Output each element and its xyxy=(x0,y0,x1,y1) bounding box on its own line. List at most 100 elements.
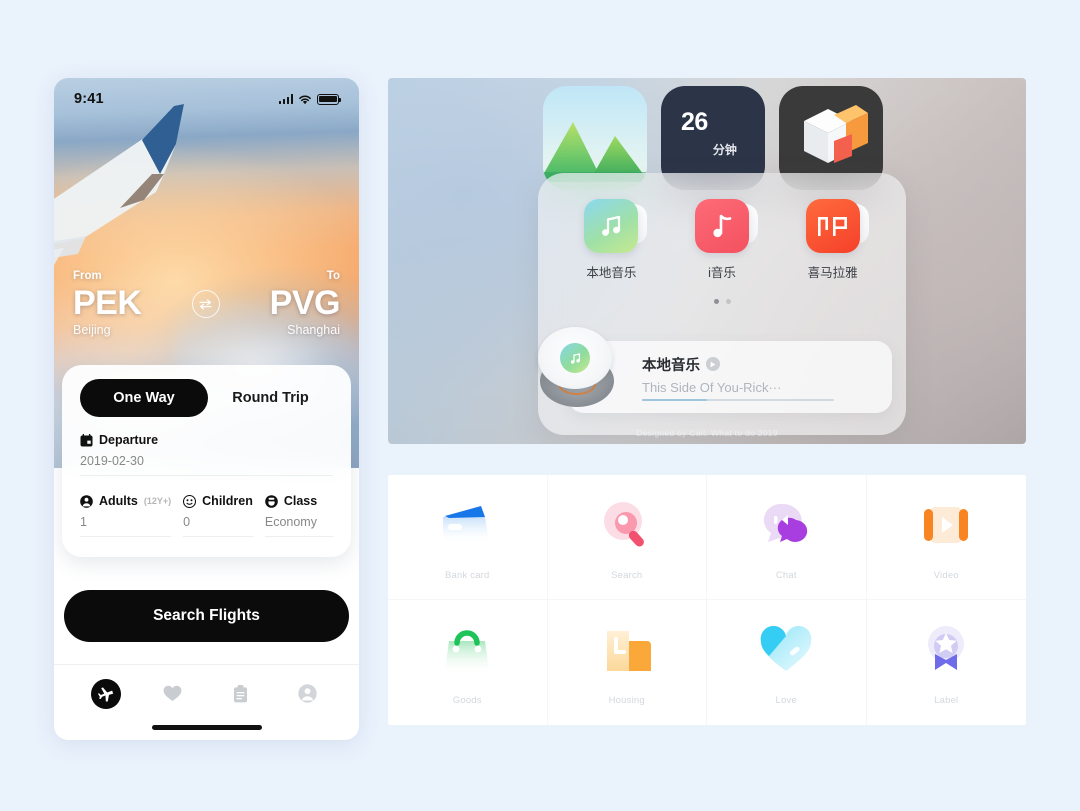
status-bar: 9:41 xyxy=(54,88,359,110)
grid-item-label: Goods xyxy=(452,695,482,706)
page-dot[interactable] xyxy=(725,299,731,304)
grid-item-label[interactable]: Label xyxy=(867,600,1027,725)
grid-item-bank-card[interactable]: Bank card xyxy=(388,475,548,600)
origin-code: PEK xyxy=(73,284,142,322)
app-label: 喜马拉雅 xyxy=(807,266,858,280)
grid-item-label: Bank card xyxy=(444,569,490,581)
profile-icon xyxy=(298,684,317,703)
grid-item-label: Chat xyxy=(775,569,797,581)
class-label-row: Class xyxy=(265,494,333,508)
app-label: 本地音乐 xyxy=(586,266,637,280)
grid-item-label: Label xyxy=(934,695,959,706)
departure-value: 2019-02-30 xyxy=(80,454,333,476)
grid-item-label: Housing xyxy=(608,695,645,706)
timer-value: 26 xyxy=(681,108,708,136)
heart-icon xyxy=(163,685,182,701)
chat-bubbles-icon xyxy=(755,494,817,556)
flight-booking-phone-mockup: 9:41 From To PEK Beijing PVG Shanghai On… xyxy=(54,78,359,740)
class-field[interactable]: Class Economy xyxy=(264,494,333,537)
music-quaver-icon xyxy=(694,199,758,253)
seat-icon xyxy=(265,494,278,508)
buildings-icon xyxy=(596,619,658,681)
music-note-icon xyxy=(584,199,648,253)
route-codes: PEK Beijing PVG Shanghai xyxy=(73,284,341,337)
origin-block[interactable]: PEK Beijing xyxy=(73,284,142,337)
battery-icon xyxy=(317,93,342,105)
3d-cube-icon xyxy=(804,105,868,163)
magnifier-icon xyxy=(596,494,658,556)
grid-item-search[interactable]: Search xyxy=(547,475,707,600)
departure-field[interactable]: Departure 2019-02-30 xyxy=(80,433,333,476)
passenger-fields: Adults (12Y+) 1 Children 0 Class Economy xyxy=(80,494,333,537)
class-value: Economy xyxy=(264,515,333,537)
adults-sublabel: (12Y+) xyxy=(143,496,172,506)
app-label: i音乐 xyxy=(708,266,736,280)
search-flights-button[interactable]: Search Flights xyxy=(64,590,349,642)
star-badge-icon xyxy=(915,619,977,681)
adults-value: 1 xyxy=(80,515,172,537)
tab-orders[interactable] xyxy=(225,679,255,709)
home-indicator xyxy=(151,725,262,730)
departure-label: Departure xyxy=(99,433,159,447)
player-progress-bar[interactable] xyxy=(642,398,834,401)
tab-one-way[interactable]: One Way xyxy=(80,379,208,417)
route-labels: From To xyxy=(73,270,340,282)
status-time: 9:41 xyxy=(74,91,104,107)
grid-item-label: Love xyxy=(775,695,797,706)
now-playing-bar[interactable]: 本地音乐 This Side Of You-Rick··· xyxy=(538,327,892,413)
grid-item-chat[interactable]: Chat xyxy=(707,475,867,600)
children-field[interactable]: Children 0 xyxy=(183,494,253,537)
to-label: To xyxy=(326,270,340,282)
music-app-dock: 本地音乐 i音乐 喜马拉雅 本地音乐 This Side Of You-Rick… xyxy=(538,173,906,435)
grid-item-label: Search xyxy=(611,569,643,581)
grid-item-video[interactable]: Video xyxy=(866,475,1026,600)
swap-arrows-icon[interactable] xyxy=(191,290,220,319)
origin-city: Beijing xyxy=(73,322,111,337)
player-title: 本地音乐 xyxy=(642,357,700,374)
booking-card: One Way Round Trip Departure 2019-02-30 xyxy=(62,365,351,557)
app-i-music[interactable]: i音乐 xyxy=(678,199,766,281)
adults-label-row: Adults (12Y+) xyxy=(80,494,171,508)
trip-type-tabs: One Way Round Trip xyxy=(80,379,333,417)
adults-label: Adults xyxy=(99,494,138,508)
page-dot-active[interactable] xyxy=(713,299,719,304)
grid-item-love[interactable]: Love xyxy=(707,600,867,725)
panel-footer-note: Designed by Cait. What to do 2019 xyxy=(636,428,778,438)
app-list: 本地音乐 i音乐 喜马拉雅 xyxy=(556,199,888,281)
player-title-row: 本地音乐 xyxy=(642,354,834,375)
tab-favorites[interactable] xyxy=(158,679,188,709)
app-ximalaya[interactable]: 喜马拉雅 xyxy=(789,199,877,281)
grid-item-housing[interactable]: Housing xyxy=(548,600,707,725)
timer-unit: 分钟 xyxy=(712,142,737,157)
destination-code: PVG xyxy=(269,284,341,322)
heart-icon xyxy=(755,619,817,681)
vinyl-disc-icon xyxy=(534,325,620,411)
signal-bars-icon xyxy=(278,94,293,104)
wallet-icon xyxy=(436,494,498,556)
children-label-row: Children xyxy=(183,494,253,508)
listen-icon xyxy=(805,199,869,253)
tab-round-trip[interactable]: Round Trip xyxy=(208,379,333,417)
children-label: Children xyxy=(202,494,253,508)
departure-label-row: Departure xyxy=(80,433,333,447)
status-icons xyxy=(278,93,342,105)
grid-item-label: Video xyxy=(933,569,959,581)
person-icon xyxy=(80,494,93,508)
play-badge-icon[interactable] xyxy=(706,357,720,371)
class-label: Class xyxy=(283,494,318,508)
child-face-icon xyxy=(183,494,197,508)
from-label: From xyxy=(73,270,102,282)
tab-profile[interactable] xyxy=(292,679,322,709)
adults-field[interactable]: Adults (12Y+) 1 xyxy=(80,494,172,537)
plane-icon xyxy=(98,687,114,702)
grid-item-goods[interactable]: Goods xyxy=(388,600,548,725)
app-local-music[interactable]: 本地音乐 xyxy=(567,199,655,281)
airplane-wing-illustration xyxy=(54,104,184,266)
tab-flights[interactable] xyxy=(90,678,121,709)
route-section: From To PEK Beijing PVG Shanghai xyxy=(54,270,359,337)
destination-city: Shanghai xyxy=(287,322,340,337)
destination-block[interactable]: PVG Shanghai xyxy=(269,284,341,337)
page-dots xyxy=(556,299,888,304)
music-widget-panel: 26 分钟 本地音乐 i音乐 喜马拉雅 本地音乐 This Side Of Yo… xyxy=(388,78,1026,444)
video-play-icon xyxy=(915,494,977,556)
